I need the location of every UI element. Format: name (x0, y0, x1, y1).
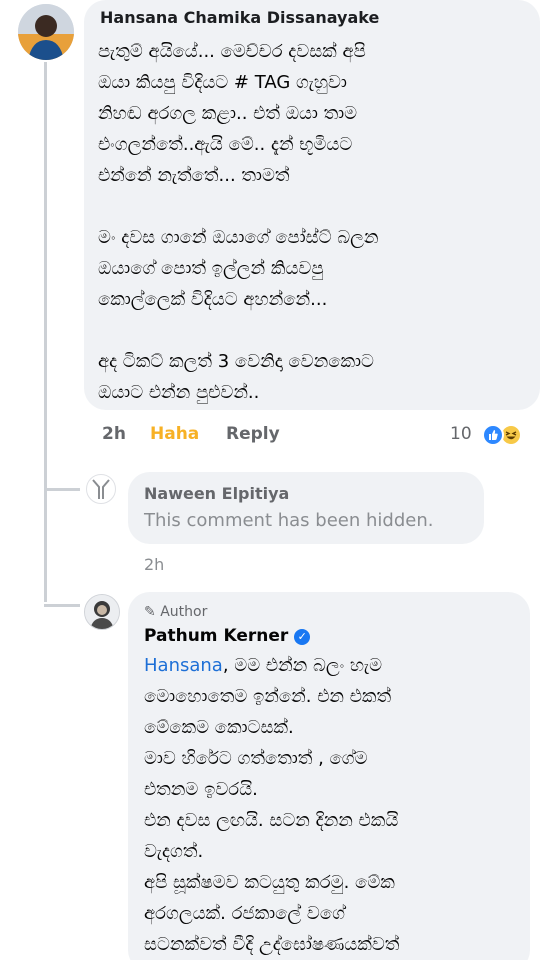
verified-badge-icon: ✓ (294, 629, 311, 645)
avatar[interactable] (84, 594, 120, 630)
comment-author-name[interactable]: Pathum Kerner (144, 626, 288, 646)
comment-text: පැතුම් අයියේ... මෙච්චර දවසක් අපි ඔයා කිය… (98, 36, 528, 408)
comment-line: Hansana, මම එන්න බලං හැම (144, 650, 524, 681)
comment-line: වැදගත්. (144, 841, 204, 862)
comment-line: ඔයාගේ පොත් ඉල්ලන් කියවපු (98, 258, 324, 279)
like-icon (482, 424, 504, 446)
comment-line: මාව හිරේට ගත්තොත් , ගේම (144, 748, 368, 769)
comment-line: කොල්ලෙක් විදියට අහන්නේ... (98, 289, 328, 310)
comment-line: එන දවස ලඟයි. සටන දිනන එකයි (144, 810, 399, 831)
comment-line: මොහොතෙම ඉන්නේ. එන එකත් (144, 686, 392, 707)
comment-author[interactable]: Naween Elpitiya (144, 484, 289, 503)
comment-line: අපි සූක්ෂමව කටයුතු කරමු. මේක (144, 872, 395, 893)
comment-author[interactable]: Pathum Kerner ✓ (144, 626, 311, 646)
comment-bubble: ✎ Author Pathum Kerner ✓ Hansana, මම එන්න… (128, 592, 530, 960)
comment-line: එතනම ඉවරයි. (144, 779, 258, 800)
comment-timestamp[interactable]: 2h (144, 555, 164, 574)
comment-text: Hansana, මම එන්න බලං හැම මොහොතෙම ඉන්නේ. … (144, 650, 524, 960)
comment-bubble: Hansana Chamika Dissanayake පැතුම් අයියේ… (84, 0, 540, 410)
mention-link[interactable]: Hansana (144, 655, 223, 676)
comment-line: ඔයාට එන්න පුළුවන්.. (98, 382, 260, 403)
reaction-button[interactable]: Haha (150, 424, 199, 444)
comment-line: මේකෙම කොටසක්. (144, 717, 294, 738)
comment-line-text: , මම එන්න බලං හැම (222, 655, 383, 676)
comment-line: එංගලන්තේ..ඇයි මේ.. දැන් භූමියට (98, 134, 353, 155)
comment-line: සටනක්වත් වීදි උද්ඝෝෂණයක්වත් (144, 934, 400, 955)
avatar[interactable] (86, 474, 116, 504)
comment-line: නිහඬ අරගල කළා.. එත් ඔයා තාම (98, 103, 358, 124)
thread-branch (44, 488, 80, 491)
comment-timestamp[interactable]: 2h (102, 424, 126, 444)
comment-line: මං දවස ගානේ ඔයාගේ පෝස්ට් බලන (98, 227, 379, 248)
pencil-icon: ✎ (144, 604, 156, 620)
reaction-count[interactable]: 10 (450, 424, 472, 444)
avatar[interactable] (18, 4, 74, 60)
author-badge-label: Author (160, 604, 208, 620)
thread-branch (44, 604, 80, 607)
thread-line (44, 62, 47, 602)
author-badge: ✎ Author (144, 604, 207, 620)
hidden-comment-notice: This comment has been hidden. (144, 510, 434, 531)
comment-line: පැතුම් අයියේ... මෙච්චර දවසක් අපි (98, 41, 366, 62)
reply-button[interactable]: Reply (226, 424, 280, 444)
comment-line: එන්නේ නැත්තේ... තාමත් (98, 165, 290, 186)
comment-author[interactable]: Hansana Chamika Dissanayake (100, 8, 379, 27)
comment-line: අද ටිකට් කලත් 3 වෙනිදා වෙනකොට (98, 351, 374, 372)
comment-line: අරගලයක්. රජකාලේ වගේ (144, 903, 345, 924)
comment-line: ඔයා කියපු විදියට # TAG ගැහුවා (98, 72, 347, 93)
comment-bubble: Naween Elpitiya This comment has been hi… (128, 472, 484, 544)
